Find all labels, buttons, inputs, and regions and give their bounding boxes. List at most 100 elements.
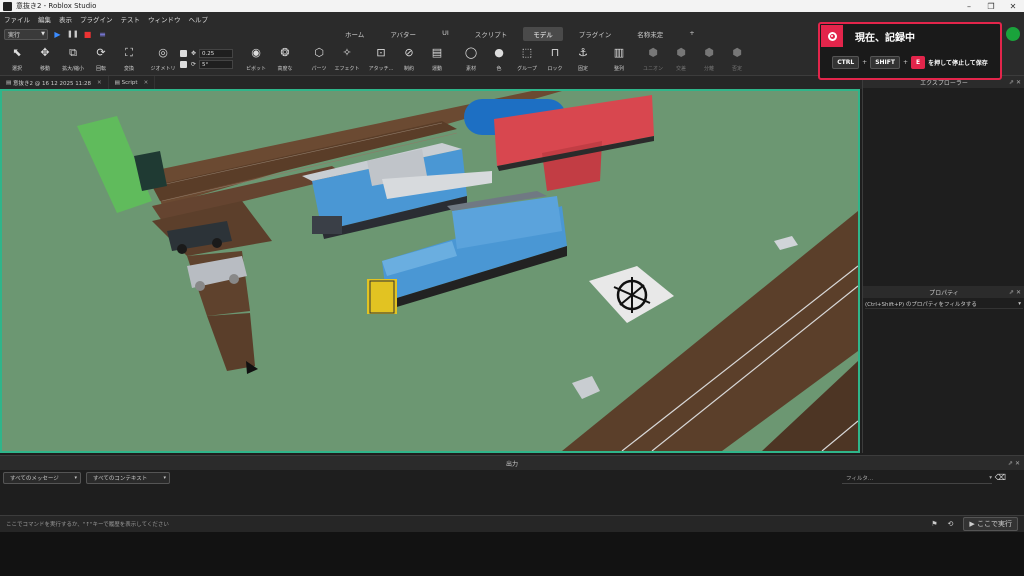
- bookmark-icon[interactable]: ⚑: [931, 520, 937, 528]
- scene-canvas: [2, 91, 858, 451]
- tool-motion[interactable]: ▤ 運動: [424, 46, 450, 72]
- record-icon: [821, 25, 843, 47]
- properties-filter-input[interactable]: (Ctrl+Shift+P) のプロパティをフィルタする ▾: [865, 299, 1023, 309]
- run-command-button[interactable]: ▶ ここで実行: [963, 517, 1018, 531]
- history-icon[interactable]: ⟲: [948, 520, 954, 528]
- tool-part[interactable]: ⬡ パーツ: [306, 46, 332, 72]
- menu-edit[interactable]: 編集: [38, 14, 51, 24]
- context-dropdown-value: すべてのコンテキスト: [93, 476, 148, 482]
- tool-anchor[interactable]: ⚓ 固定: [570, 46, 596, 72]
- group-icon: ⬚: [521, 46, 533, 59]
- doc-tab-label: Script: [121, 79, 138, 86]
- plus-icon: +: [902, 59, 909, 66]
- clear-output-icon[interactable]: ⌫: [995, 473, 1006, 482]
- pause-icon[interactable]: ❚❚: [67, 29, 79, 40]
- recording-popup: 現在、記録中 CTRL + SHIFT + E を押して停止して保存: [818, 22, 1002, 80]
- tab-home[interactable]: ホーム: [335, 27, 374, 41]
- plus-icon: +: [862, 59, 868, 66]
- menu-plugins[interactable]: プラグイン: [80, 14, 113, 24]
- tool-rotate[interactable]: ⟳ 回転: [88, 46, 114, 72]
- properties-filter-placeholder: (Ctrl+Shift+P) のプロパティをフィルタする: [865, 301, 977, 308]
- messages-dropdown[interactable]: すべてのメッセージ ▾: [3, 472, 81, 484]
- stop-shortcut-hint: CTRL + SHIFT + E を押して停止して保存: [820, 56, 1000, 69]
- scale-icon: ⧉: [69, 46, 77, 59]
- avatar[interactable]: [1006, 27, 1020, 41]
- tab-avatar[interactable]: アバター: [380, 27, 426, 41]
- context-dropdown[interactable]: すべてのコンテキスト ▾: [86, 472, 170, 484]
- chevron-down-icon: ▾: [1018, 300, 1021, 307]
- tool-negate[interactable]: ⬢ 否定: [724, 46, 750, 72]
- menu-window[interactable]: ウィンドウ: [148, 14, 181, 24]
- 3d-viewport[interactable]: [0, 89, 860, 453]
- output-title: 出力: [505, 460, 518, 468]
- chevron-down-icon: ▼: [41, 31, 45, 37]
- window-title: 意抜き2 - Roblox Studio: [16, 2, 97, 10]
- panel-controls-icon[interactable]: ⇗ ✕: [1009, 79, 1021, 86]
- tool-intersect[interactable]: ⬢ 交差: [668, 46, 694, 72]
- tool-align[interactable]: ▥ 整列: [606, 46, 632, 72]
- roblox-studio-logo-icon: [3, 1, 12, 11]
- effect-icon: ✧: [342, 46, 352, 59]
- stop-hint-text: を押して停止して保存: [928, 60, 988, 67]
- key-e: E: [911, 56, 926, 69]
- maximize-button[interactable]: ❐: [980, 2, 1002, 11]
- tool-transform[interactable]: ⛶ 変換: [116, 46, 142, 72]
- tool-group[interactable]: ⬚ グループ: [514, 46, 540, 72]
- tool-move[interactable]: ✥ 移動: [32, 46, 58, 72]
- doc-tab-place[interactable]: ▤ 意抜き2 @ 16 12 2025 11:28 ✕: [0, 76, 109, 89]
- color-icon: ●: [494, 46, 504, 59]
- rotate-icon: ⟳: [96, 46, 106, 59]
- tool-attach[interactable]: ⊡ アタッチ...: [368, 46, 394, 72]
- run-mode-select[interactable]: 実行 ▼: [4, 28, 48, 40]
- panel-controls-icon[interactable]: ⇗ ✕: [1009, 289, 1021, 296]
- anchor-icon: ⚓: [578, 46, 588, 59]
- menu-file[interactable]: ファイル: [4, 14, 30, 24]
- tab-untitled[interactable]: 名称未定: [627, 27, 673, 41]
- doc-tab-script[interactable]: ▤ Script ✕: [109, 76, 156, 89]
- output-panel: 出力 ⇗ ✕ すべてのメッセージ ▾ すべてのコンテキスト ▾ フィルタ... ▾ ⌫: [0, 455, 1024, 515]
- output-filter-placeholder: フィルタ...: [846, 475, 874, 482]
- stop-icon[interactable]: ■: [82, 29, 93, 40]
- tool-select[interactable]: ⬉ 選択: [4, 46, 30, 72]
- tool-scale[interactable]: ⧉ 拡大/縮小: [60, 46, 86, 72]
- step-icon[interactable]: ≡: [97, 29, 108, 40]
- output-header: 出力 ⇗ ✕: [0, 456, 1024, 470]
- output-filter-input[interactable]: フィルタ... ▾: [842, 472, 992, 484]
- tool-pivot[interactable]: ◉ ピボット: [243, 46, 269, 72]
- tab-script[interactable]: スクリプト: [465, 27, 518, 41]
- panel-controls-icon[interactable]: ⇗ ✕: [1008, 460, 1020, 467]
- snap-rotate-checkbox[interactable]: [180, 61, 187, 68]
- tab-model[interactable]: モデル: [523, 27, 563, 41]
- union-icon: ⬢: [648, 46, 658, 59]
- move-snap-input[interactable]: 0.25: [199, 49, 234, 58]
- material-icon: ◯: [464, 46, 478, 59]
- close-icon[interactable]: ✕: [144, 80, 149, 86]
- close-icon[interactable]: ✕: [97, 80, 102, 86]
- command-input[interactable]: ここでコマンドを実行するか、"↑"キーで履歴を表示してください: [6, 520, 169, 528]
- right-panel: エクスプローラー ⇗ ✕ プロパティ ⇗ ✕ (Ctrl+Shift+P) のプロパ…: [862, 76, 1024, 453]
- tab-plugins[interactable]: プラグイン: [569, 27, 622, 41]
- tool-constraint[interactable]: ⊘ 制約: [396, 46, 422, 72]
- play-icon[interactable]: ▶: [52, 29, 63, 40]
- motion-icon: ▤: [431, 46, 443, 59]
- snap-move-checkbox[interactable]: [180, 50, 187, 57]
- tool-effect[interactable]: ✧ エフェクト: [334, 46, 360, 72]
- menu-help[interactable]: ヘルプ: [189, 14, 209, 24]
- pivot-icon: ◉: [251, 46, 261, 59]
- menu-test[interactable]: テスト: [121, 14, 141, 24]
- tool-geometry[interactable]: ◎ ジオメトリ: [150, 46, 176, 72]
- close-window-button[interactable]: ✕: [1002, 2, 1024, 11]
- minimize-button[interactable]: –: [958, 2, 980, 11]
- tab-ui[interactable]: UI: [432, 27, 459, 41]
- tool-color[interactable]: ● 色: [486, 46, 512, 72]
- tool-union[interactable]: ⬢ ユニオン: [640, 46, 666, 72]
- tool-advanced[interactable]: ❂ 高度な: [272, 46, 298, 72]
- tool-separate[interactable]: ⬢ 分離: [696, 46, 722, 72]
- tool-material[interactable]: ◯ 素材: [458, 46, 484, 72]
- rotate-snap-input[interactable]: 5°: [199, 60, 234, 69]
- tab-add[interactable]: +: [679, 27, 704, 41]
- tool-lock[interactable]: ⊓ ロック: [542, 46, 568, 72]
- taskbar-area: [0, 532, 1024, 576]
- menu-view[interactable]: 表示: [59, 14, 72, 24]
- lock-icon: ⊓: [550, 46, 560, 59]
